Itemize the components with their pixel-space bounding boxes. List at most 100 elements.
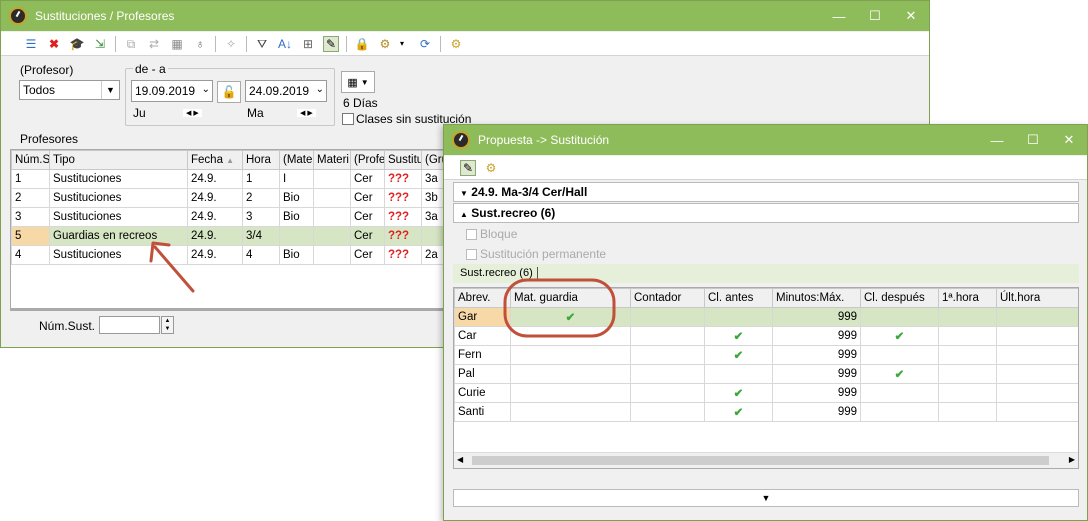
scroll-right-icon[interactable]: ▶ <box>1069 455 1075 464</box>
row-primera-hora <box>938 364 997 384</box>
column-header[interactable]: (Mater <box>279 150 314 170</box>
table-row[interactable]: Santi ✔ 999 <box>454 402 1078 422</box>
check-icon <box>860 383 939 403</box>
date-to-picker[interactable]: 24.09.2019 ⌄ <box>245 80 327 102</box>
day-from-label: Ju <box>133 106 146 120</box>
stethoscope-icon[interactable]: ♁ <box>192 36 208 52</box>
section2-header[interactable]: ▲ Sust.recreo (6) <box>453 203 1079 223</box>
column-header[interactable]: Contador <box>630 288 705 308</box>
num-sust-input[interactable] <box>99 316 160 334</box>
columns-icon[interactable]: ⊞ <box>300 36 316 52</box>
gear-icon[interactable]: ⚙ <box>483 160 499 176</box>
section1-header[interactable]: ▼ 24.9. Ma-3/4 Cer/Hall <box>453 182 1079 202</box>
check-icon <box>860 307 939 327</box>
lock-range-button[interactable]: 🔓 <box>217 81 241 103</box>
column-header[interactable]: (Profe <box>350 150 385 170</box>
list-icon[interactable]: ☰ <box>23 36 39 52</box>
column-header[interactable]: Minutos:Máx. <box>772 288 861 308</box>
table-row[interactable]: Curie ✔ 999 <box>454 383 1078 403</box>
swap-icon[interactable]: ⇄ <box>146 36 162 52</box>
calculator-icon[interactable]: ▦ <box>169 36 185 52</box>
column-header[interactable]: Cl. antes <box>704 288 773 308</box>
column-header[interactable]: Materi <box>313 150 351 170</box>
settings-doc-icon[interactable]: ⚙ <box>377 36 393 52</box>
table-row-selected[interactable]: 5 Guardias en recreos 24.9. 3/4 Cer ??? <box>11 226 449 246</box>
highlight-ellipse <box>503 278 616 338</box>
row-hora: 2 <box>242 188 280 208</box>
export-icon[interactable]: ⇲ <box>92 36 108 52</box>
table-row[interactable]: Pal 999 ✔ <box>454 364 1078 384</box>
row-abrev: Curie <box>454 383 511 403</box>
row-num: 1 <box>11 169 50 189</box>
sort-ascending-icon: ▲ <box>226 156 235 165</box>
row-fecha: 24.9. <box>187 207 243 227</box>
minimize-button[interactable]: — <box>979 133 1015 148</box>
callout-arrow <box>149 241 195 293</box>
scroll-left-icon[interactable]: ◀ <box>457 455 463 464</box>
filter-icon[interactable]: ⛛ <box>254 36 270 52</box>
row-materia: I <box>279 169 314 189</box>
calendar-button[interactable]: ▦ ▼ <box>341 71 375 93</box>
column-header[interactable]: Fecha ▲ <box>187 150 243 170</box>
delete-icon[interactable]: ✖ <box>46 36 62 52</box>
date-to-value: 24.09.2019 <box>249 84 310 98</box>
maximize-button[interactable]: ☐ <box>1015 132 1051 148</box>
clases-sin-checkbox[interactable] <box>342 113 354 125</box>
close-button[interactable]: ✕ <box>1051 132 1087 148</box>
table-row[interactable]: 2 Sustituciones 24.9. 2 Bio Cer ??? 3b <box>11 188 449 208</box>
row-materia <box>279 226 314 246</box>
num-sust-spinner[interactable]: ▲ ▼ <box>161 316 174 334</box>
row-profesor: Cer <box>350 245 385 265</box>
column-header[interactable]: Sustitu <box>384 150 422 170</box>
check-icon <box>510 345 631 365</box>
column-header[interactable]: Cl. después <box>860 288 939 308</box>
expand-bottom-bar[interactable]: ▼ <box>453 489 1079 507</box>
column-header[interactable]: 1ª.hora <box>938 288 997 308</box>
section1-title: 24.9. Ma-3/4 Cer/Hall <box>471 185 588 199</box>
refresh-icon[interactable]: ⟳ <box>417 36 433 52</box>
graduation-cap-icon[interactable]: 🎓 <box>69 36 85 52</box>
window-title: Propuesta -> Sustitución <box>478 133 610 147</box>
profesor-select[interactable]: Todos ▼ <box>19 80 120 100</box>
lock-icon[interactable]: 🔒 <box>354 36 370 52</box>
minimize-button[interactable]: — <box>821 9 857 24</box>
day-from-spinner[interactable]: ◀ ▶ <box>183 109 202 117</box>
row-ultima-hora <box>996 307 1078 327</box>
substitutions-titlebar[interactable]: Sustituciones / Profesores — ☐ ✕ <box>1 1 929 31</box>
close-button[interactable]: ✕ <box>893 8 929 24</box>
row-num: 3 <box>11 207 50 227</box>
table-row[interactable]: 4 Sustituciones 24.9. 4 Bio Cer ??? 2a <box>11 245 449 265</box>
column-header[interactable]: Últ.hora <box>996 288 1078 308</box>
sort-icon[interactable]: A↓ <box>277 36 293 52</box>
copy-icon[interactable]: ⧉ <box>123 36 139 52</box>
day-to-spinner[interactable]: ◀ ▶ <box>297 109 316 117</box>
column-header[interactable]: Hora <box>242 150 280 170</box>
edit-pencil-icon[interactable]: ✎ <box>460 159 476 176</box>
maximize-button[interactable]: ☐ <box>857 8 893 24</box>
section2-title: Sust.recreo (6) <box>471 206 556 220</box>
horizontal-scrollbar[interactable]: ◀ ▶ <box>454 452 1078 468</box>
column-header[interactable]: Tipo <box>49 150 188 170</box>
bloque-checkbox[interactable] <box>466 229 477 240</box>
row-materia: Bio <box>279 207 314 227</box>
row-contador <box>630 364 705 384</box>
proposal-titlebar[interactable]: Propuesta -> Sustitución — ☐ ✕ <box>444 125 1087 155</box>
edit-pencil-icon[interactable]: ✎ <box>323 35 339 52</box>
magic-wand-icon[interactable]: ✧ <box>223 36 239 52</box>
row-hora: 3 <box>242 207 280 227</box>
row-profesor: Cer <box>350 207 385 227</box>
dropdown-arrow-icon[interactable]: ▾ <box>394 36 410 52</box>
check-icon <box>704 307 773 327</box>
column-header[interactable]: Núm.S <box>11 150 50 170</box>
scroll-thumb[interactable] <box>472 456 1049 465</box>
table-row[interactable]: 3 Sustituciones 24.9. 3 Bio Cer ??? 3a <box>11 207 449 227</box>
row-tipo: Sustituciones <box>49 169 188 189</box>
table-row[interactable]: 1 Sustituciones 24.9. 1 I Cer ??? 3a <box>11 169 449 189</box>
date-from-picker[interactable]: 19.09.2019 ⌄ <box>131 80 213 102</box>
gear-icon[interactable]: ⚙ <box>448 36 464 52</box>
row-sustituto: ??? <box>384 169 422 189</box>
permanente-checkbox[interactable] <box>466 249 477 260</box>
row-sustituto: ??? <box>384 226 422 246</box>
row-hora: 1 <box>242 169 280 189</box>
table-row[interactable]: Fern ✔ 999 <box>454 345 1078 365</box>
